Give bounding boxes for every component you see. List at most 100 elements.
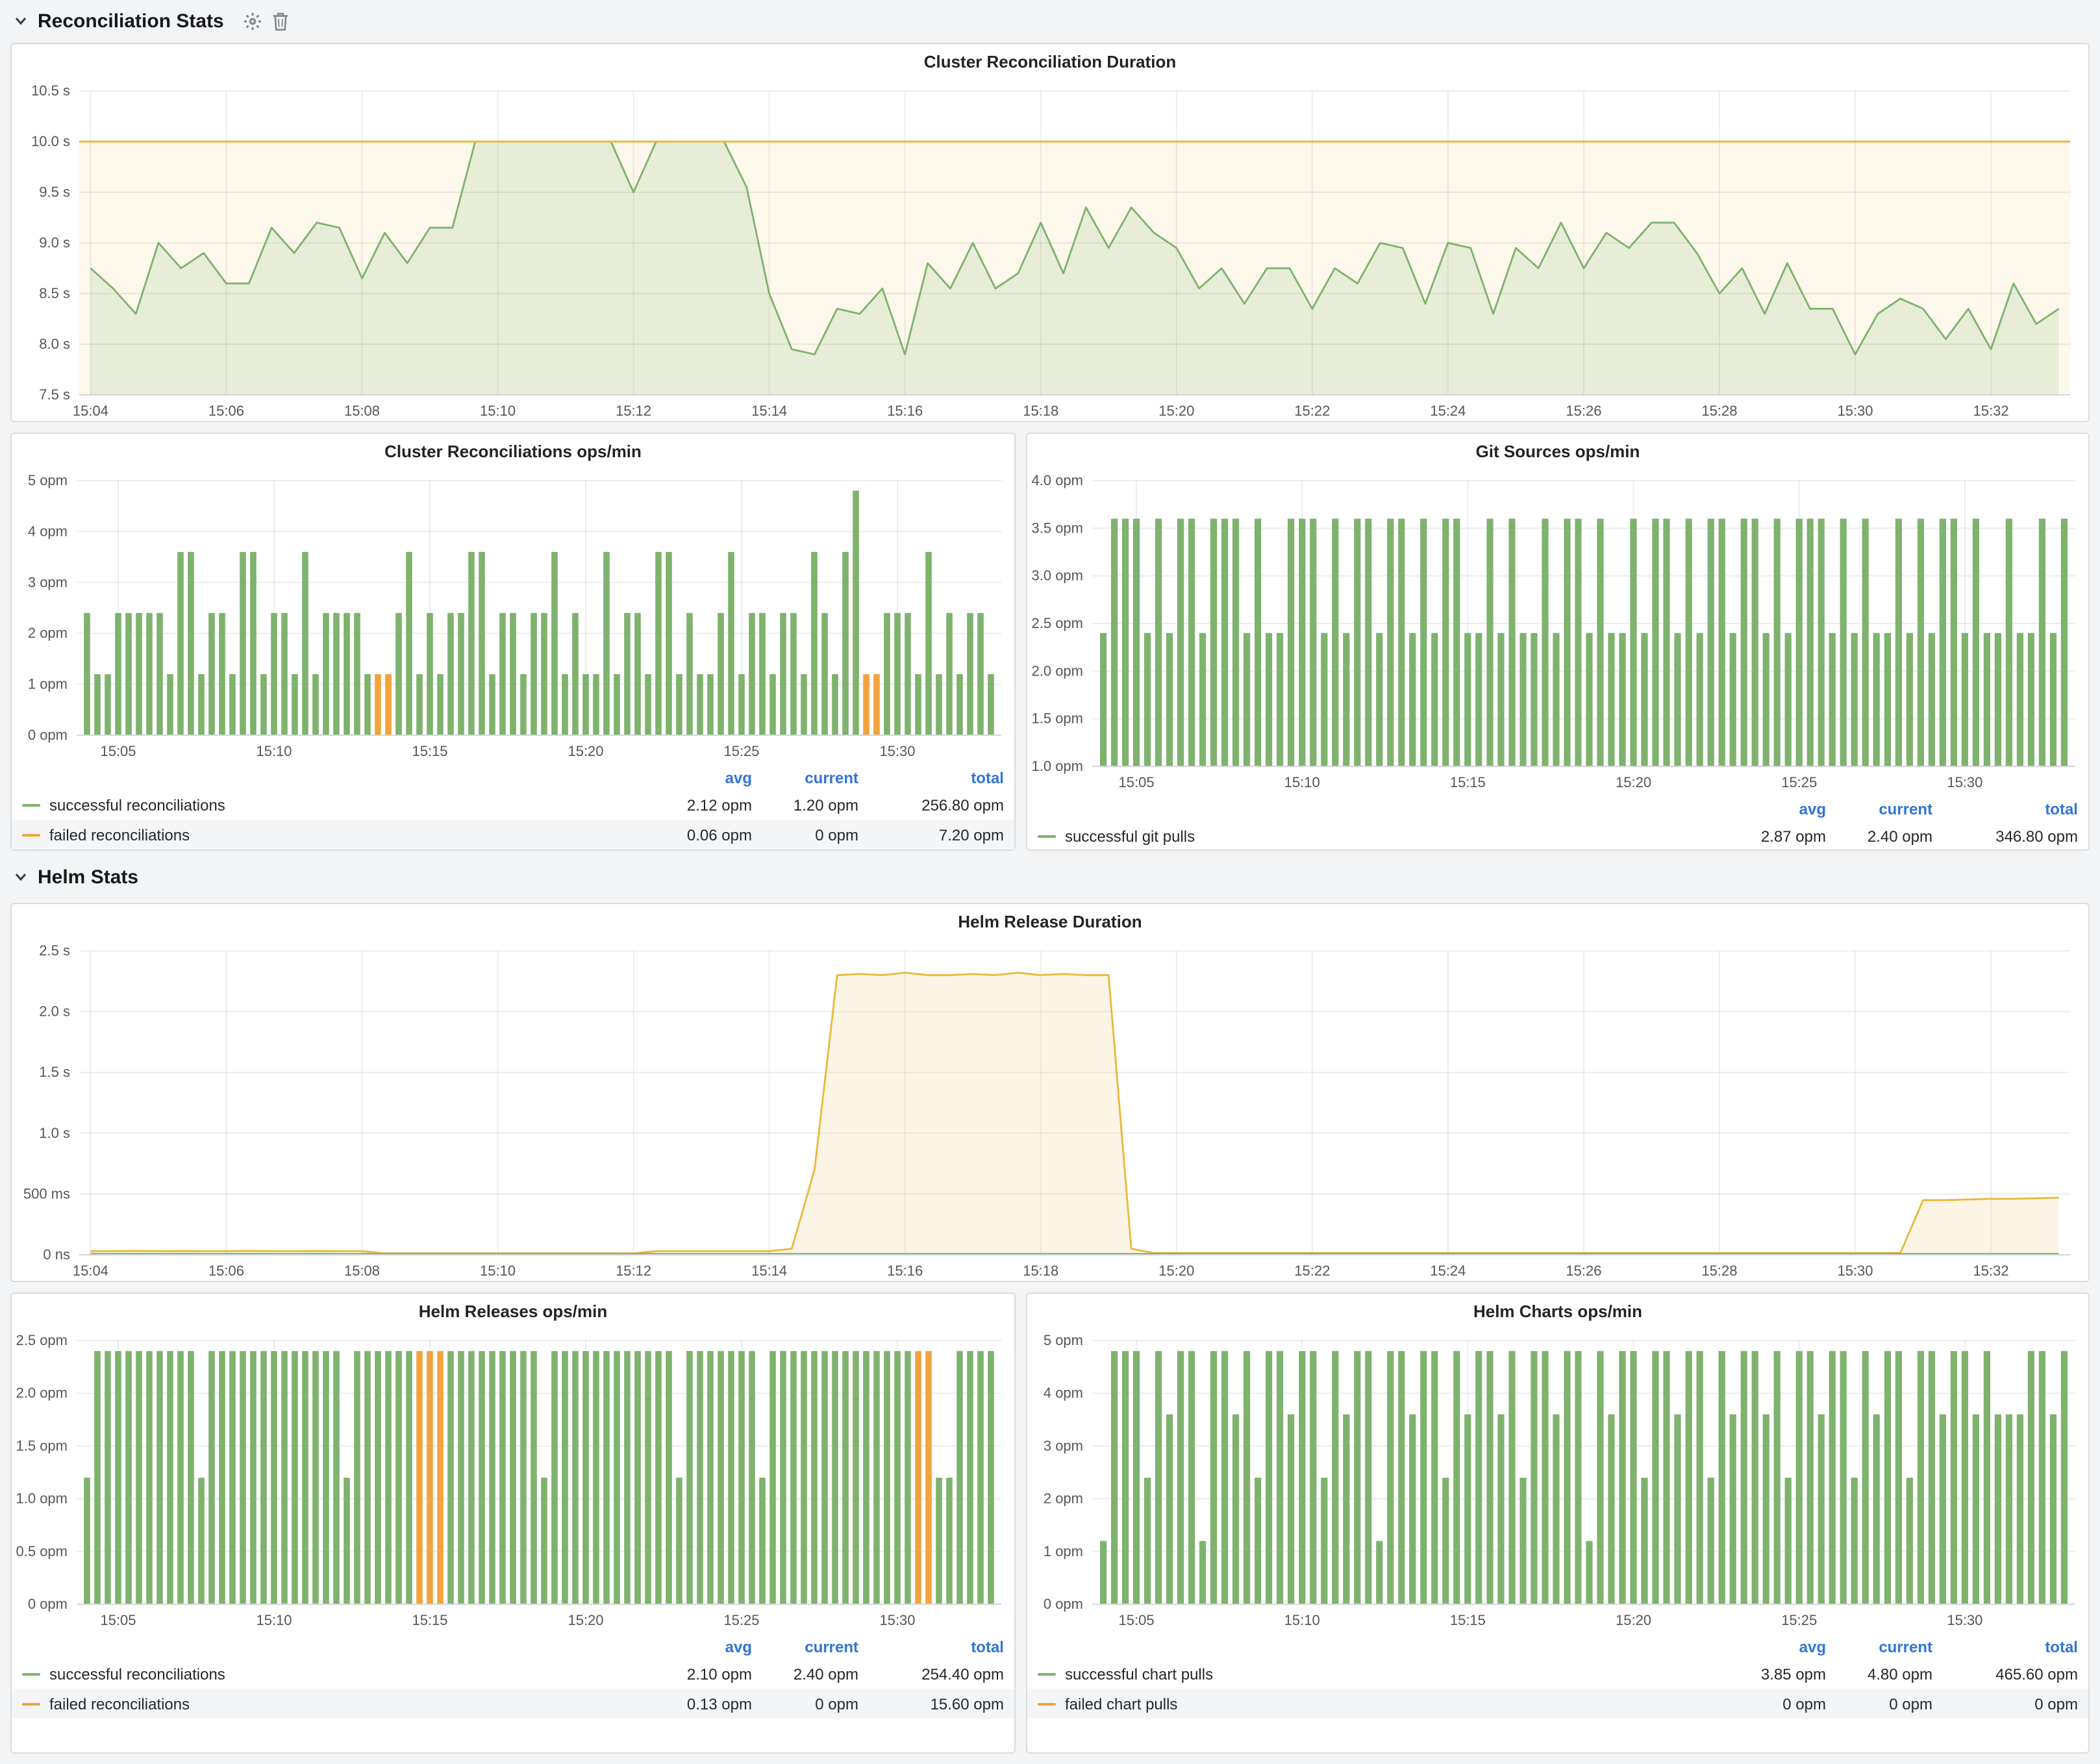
trash-icon[interactable]: [272, 11, 290, 31]
section-title-helm[interactable]: Helm Stats: [38, 866, 138, 888]
svg-text:15:06: 15:06: [208, 403, 244, 419]
series-avg-value: 2.12 opm: [638, 796, 752, 814]
svg-text:15:32: 15:32: [1973, 403, 2009, 419]
series-name[interactable]: successful reconciliations: [49, 796, 638, 814]
series-name[interactable]: failed reconciliations: [49, 1695, 638, 1713]
series-current-value: 0 opm: [752, 825, 858, 844]
series-current-value: 0 opm: [752, 1695, 858, 1713]
gear-icon[interactable]: [244, 11, 263, 31]
series-total-value: 346.80 opm: [1932, 827, 2078, 845]
series-name[interactable]: successful reconciliations: [49, 1665, 638, 1683]
svg-text:1.0 opm: 1.0 opm: [16, 1491, 68, 1507]
panel-title-helm-charts-ops[interactable]: Helm Charts ops/min: [1027, 1294, 2088, 1328]
svg-text:1.5 s: 1.5 s: [39, 1064, 70, 1080]
svg-text:1.0 opm: 1.0 opm: [1032, 758, 1084, 774]
series-current-value: 4.80 opm: [1826, 1665, 1932, 1683]
svg-text:15:30: 15:30: [1837, 403, 1873, 419]
legend-header-current[interactable]: current: [1826, 1638, 1932, 1656]
svg-text:3 opm: 3 opm: [1044, 1437, 1083, 1454]
svg-text:2.5 s: 2.5 s: [39, 942, 70, 959]
section-title-reconciliation[interactable]: Reconciliation Stats: [38, 10, 224, 32]
series-avg-value: 0 opm: [1712, 1695, 1826, 1713]
svg-text:15:32: 15:32: [1973, 1263, 2009, 1279]
cluster-reconciliations-ops-chart[interactable]: 0 opm1 opm2 opm3 opm4 opm5 opm15:0515:10…: [12, 468, 1014, 764]
svg-text:15:10: 15:10: [480, 1263, 516, 1279]
series-name[interactable]: failed reconciliations: [49, 825, 638, 844]
legend-header-row: avg current total: [12, 766, 1014, 790]
svg-text:8.0 s: 8.0 s: [39, 336, 70, 352]
grafana-dashboard: Reconciliation Stats Cluster Reconciliat…: [0, 0, 2100, 1764]
chevron-down-icon[interactable]: [13, 13, 29, 29]
legend-header-total[interactable]: total: [1932, 1638, 2078, 1656]
svg-text:15:30: 15:30: [1947, 1612, 1982, 1628]
legend-header-total[interactable]: total: [858, 769, 1004, 787]
chevron-down-icon[interactable]: [13, 869, 29, 885]
svg-text:15:22: 15:22: [1294, 403, 1330, 419]
git-sources-ops-chart[interactable]: 1.0 opm1.5 opm2.0 opm2.5 opm3.0 opm3.5 o…: [1027, 468, 2088, 795]
legend-header-current[interactable]: current: [752, 769, 858, 787]
legend-header-row: avg current total: [12, 1635, 1014, 1659]
legend-header-avg[interactable]: avg: [638, 1638, 752, 1656]
panel-title-helm-releases-ops[interactable]: Helm Releases ops/min: [12, 1294, 1014, 1328]
svg-text:3.0 opm: 3.0 opm: [1032, 568, 1084, 584]
legend-row-successful-chart-pulls: successful chart pulls 3.85 opm 4.80 opm…: [1027, 1659, 2088, 1689]
svg-text:15:15: 15:15: [412, 1612, 447, 1628]
svg-text:15:20: 15:20: [568, 743, 603, 759]
series-line-icon: [1038, 835, 1056, 837]
legend-header-total[interactable]: total: [1932, 800, 2078, 818]
svg-text:1.0 s: 1.0 s: [39, 1125, 70, 1141]
series-avg-value: 0.06 opm: [638, 825, 752, 844]
legend-header-avg[interactable]: avg: [638, 769, 752, 787]
series-avg-value: 3.85 opm: [1712, 1665, 1826, 1683]
series-name[interactable]: failed chart pulls: [1065, 1695, 1712, 1713]
svg-text:15:30: 15:30: [879, 1612, 915, 1628]
series-name[interactable]: successful chart pulls: [1065, 1665, 1712, 1683]
svg-text:15:04: 15:04: [73, 403, 108, 419]
panel-title-helm-release-duration[interactable]: Helm Release Duration: [12, 904, 2088, 938]
svg-text:15:15: 15:15: [1450, 774, 1486, 790]
svg-text:15:14: 15:14: [751, 403, 787, 419]
legend-git-sources: avg current total successful git pulls 2…: [1027, 798, 2088, 851]
legend-header-current[interactable]: current: [752, 1638, 858, 1656]
legend-cluster-reconciliations: avg current total successful reconciliat…: [12, 766, 1014, 850]
series-line-icon: [1038, 1672, 1056, 1675]
svg-text:2.5 opm: 2.5 opm: [1032, 615, 1084, 631]
series-current-value: 2.40 opm: [1826, 827, 1932, 845]
svg-text:15:24: 15:24: [1430, 1263, 1466, 1279]
series-avg-value: 2.10 opm: [638, 1665, 752, 1683]
svg-text:15:26: 15:26: [1566, 1263, 1601, 1279]
panel-title-cluster-reconciliations-ops[interactable]: Cluster Reconciliations ops/min: [12, 434, 1014, 468]
cluster-reconciliation-duration-chart[interactable]: 7.5 s8.0 s8.5 s9.0 s9.5 s10.0 s10.5 s15:…: [12, 78, 2088, 423]
svg-text:15:20: 15:20: [1616, 774, 1651, 790]
legend-header-current[interactable]: current: [1826, 800, 1932, 818]
series-total-value: 0 opm: [1932, 1695, 2078, 1713]
helm-releases-ops-chart[interactable]: 0 opm0.5 opm1.0 opm1.5 opm2.0 opm2.5 opm…: [12, 1328, 1014, 1633]
panel-helm-charts-ops: Helm Charts ops/min 0 opm1 opm2 opm3 opm…: [1026, 1292, 2090, 1754]
series-total-value: 7.20 opm: [858, 825, 1004, 844]
svg-text:0.5 opm: 0.5 opm: [16, 1543, 68, 1559]
svg-text:8.5 s: 8.5 s: [39, 285, 70, 301]
panel-git-sources-ops: Git Sources ops/min 1.0 opm1.5 opm2.0 op…: [1026, 433, 2090, 851]
legend-row-successful-reconciliations: successful reconciliations 2.12 opm 1.20…: [12, 790, 1014, 820]
series-name[interactable]: successful git pulls: [1065, 827, 1712, 845]
panel-title-git-sources-ops[interactable]: Git Sources ops/min: [1027, 434, 2088, 468]
helm-charts-ops-chart[interactable]: 0 opm1 opm2 opm3 opm4 opm5 opm15:0515:10…: [1027, 1328, 2088, 1633]
svg-text:15:10: 15:10: [256, 743, 292, 759]
legend-header-row: avg current total: [1027, 1635, 2088, 1659]
svg-text:0 opm: 0 opm: [28, 1596, 68, 1612]
svg-text:15:15: 15:15: [1450, 1612, 1486, 1628]
svg-text:3 opm: 3 opm: [28, 574, 68, 590]
panel-title-cluster-reconciliation-duration[interactable]: Cluster Reconciliation Duration: [12, 44, 2088, 78]
svg-text:1 opm: 1 opm: [28, 676, 68, 692]
series-avg-value: 0.13 opm: [638, 1695, 752, 1713]
legend-header-avg[interactable]: avg: [1712, 800, 1826, 818]
helm-release-duration-chart[interactable]: 0 ns500 ms1.0 s1.5 s2.0 s2.5 s15:0415:06…: [12, 938, 2088, 1283]
legend-row-failed-reconciliations: failed reconciliations 0.13 opm 0 opm 15…: [12, 1689, 1014, 1719]
svg-text:9.0 s: 9.0 s: [39, 234, 70, 251]
svg-text:15:20: 15:20: [1616, 1612, 1651, 1628]
svg-text:2.0 opm: 2.0 opm: [16, 1385, 68, 1401]
series-current-value: 2.40 opm: [752, 1665, 858, 1683]
legend-header-total[interactable]: total: [858, 1638, 1004, 1656]
svg-text:15:20: 15:20: [1158, 403, 1194, 419]
legend-header-avg[interactable]: avg: [1712, 1638, 1826, 1656]
